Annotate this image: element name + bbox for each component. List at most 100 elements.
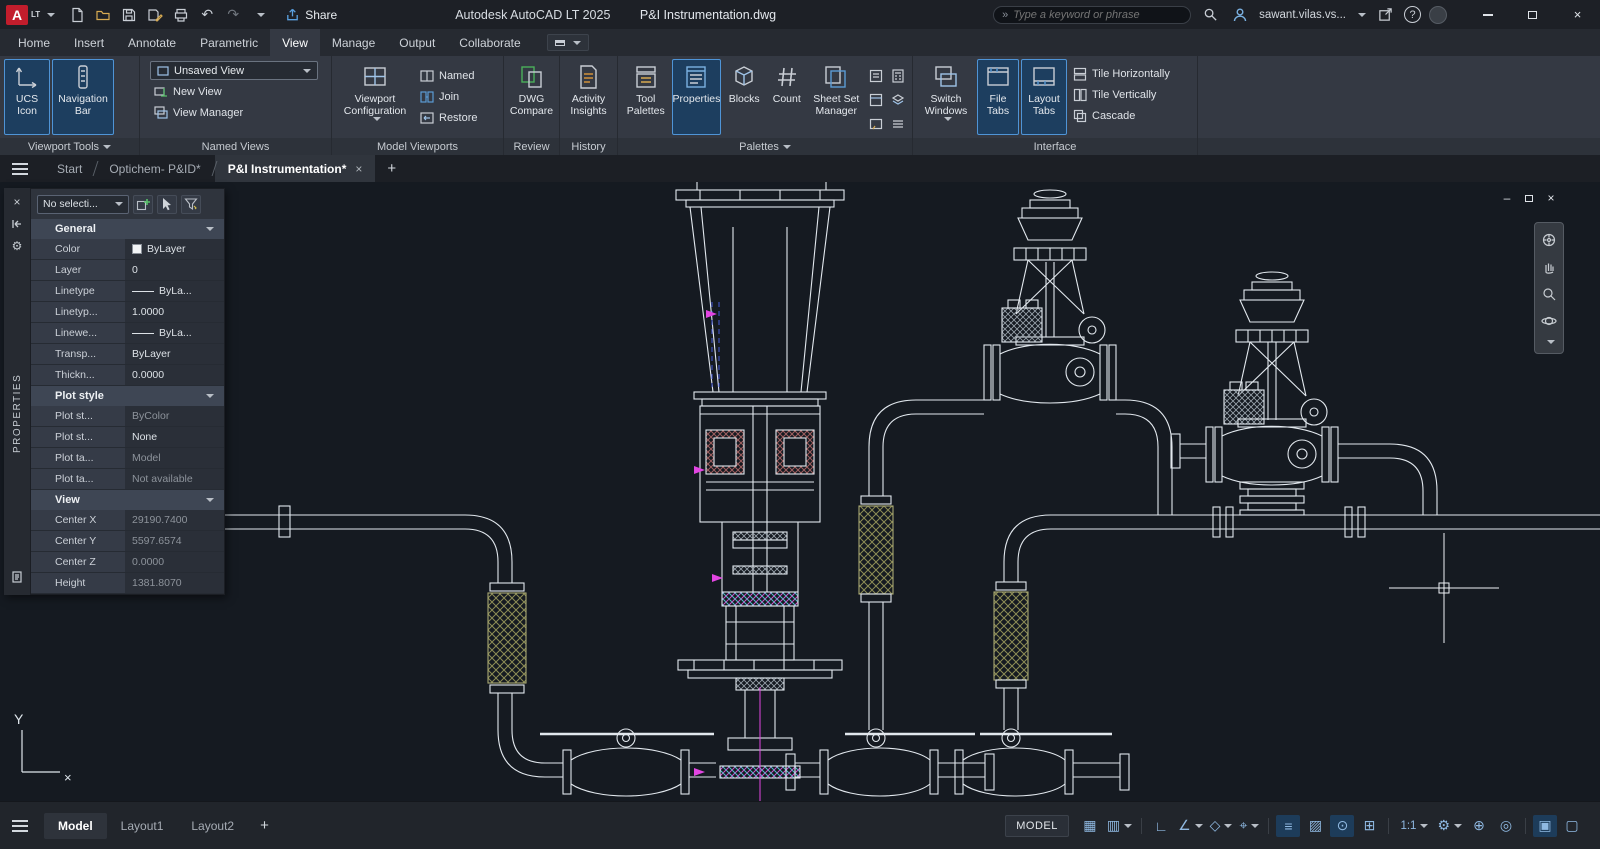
blocks-button[interactable]: Blocks (723, 59, 765, 135)
section-general[interactable]: General (31, 219, 224, 239)
close-tab-icon[interactable]: × (355, 162, 362, 176)
activity-insights-button[interactable]: Activity Insights (564, 59, 613, 135)
search-field[interactable] (1013, 9, 1173, 21)
username[interactable]: sawant.vilas.vs... (1259, 9, 1346, 21)
undo-icon[interactable]: ↶ (195, 4, 219, 26)
search-input[interactable]: » (993, 6, 1191, 24)
drawing-area[interactable]: Y × – × (0, 182, 1600, 801)
maximize-button[interactable] (1510, 0, 1555, 29)
close-button[interactable]: × (1555, 0, 1600, 29)
ortho-icon[interactable]: ∟ (1149, 815, 1173, 837)
tab-parametric[interactable]: Parametric (188, 29, 270, 56)
markup-import-icon[interactable] (866, 65, 886, 87)
zoom-icon[interactable] (1541, 286, 1557, 302)
thickness-value[interactable]: 0.0000 (125, 365, 224, 385)
palette-close-icon[interactable]: × (8, 193, 26, 211)
ucs-icon-button[interactable]: UCS Icon (4, 59, 50, 135)
palette-more-icon[interactable] (888, 113, 908, 135)
panel-label-palettes[interactable]: Palettes (618, 138, 912, 155)
center-z-value[interactable]: 0.0000 (125, 552, 224, 572)
file-tabs-menu-icon[interactable] (8, 159, 34, 179)
center-x-value[interactable]: 29190.7400 (125, 510, 224, 530)
drawing-minimize-icon[interactable]: – (1498, 190, 1516, 206)
new-drawing-tab-button[interactable]: + (387, 160, 396, 177)
layout-tab-layout2[interactable]: Layout2 (177, 813, 248, 839)
new-layout-button[interactable]: + (260, 817, 269, 834)
search-icon[interactable] (1199, 4, 1221, 26)
plot-style-table-value[interactable]: None (125, 427, 224, 447)
view-manager-button[interactable]: View Manager (150, 104, 247, 122)
tab-view[interactable]: View (270, 29, 320, 56)
color-value[interactable]: ByLayer (125, 239, 224, 259)
section-plot-style[interactable]: Plot style (31, 386, 224, 406)
toggle-pickadd-icon[interactable] (133, 195, 153, 214)
navigation-wheel-icon[interactable] (1541, 232, 1557, 248)
join-viewport-button[interactable]: Join (416, 88, 482, 106)
file-tabs-button[interactable]: File Tabs (977, 59, 1019, 135)
palette-settings-icon[interactable]: ⚙ (8, 237, 26, 255)
tool-palettes-button[interactable]: Tool Palettes (622, 59, 670, 135)
ribbon-display-toggle[interactable] (547, 34, 589, 51)
share-button[interactable]: Share (285, 7, 337, 22)
file-tab-pi-instrumentation[interactable]: P&I Instrumentation* × (215, 155, 376, 182)
file-tab-start[interactable]: Start (44, 155, 95, 182)
palette-autohide-icon[interactable] (8, 215, 26, 233)
clean-screen-icon[interactable]: ▢ (1560, 815, 1584, 837)
view-combo[interactable]: Unsaved View (150, 61, 318, 80)
dwg-compare-button[interactable]: DWG Compare (508, 59, 555, 135)
minimize-button[interactable] (1465, 0, 1510, 29)
lineweight-icon[interactable]: ≡ (1276, 815, 1300, 837)
plot-table-attached-value[interactable]: Model (125, 448, 224, 468)
tab-output[interactable]: Output (387, 29, 447, 56)
sheet-set-manager-button[interactable]: Sheet Set Manager (809, 59, 864, 135)
drawing-restore-icon[interactable] (1520, 190, 1538, 206)
tile-vertically-button[interactable]: Tile Vertically (1069, 86, 1174, 104)
isolate-objects-icon[interactable]: ◎ (1494, 815, 1518, 837)
transparency-value[interactable]: ByLayer (125, 344, 224, 364)
linetype-scale-value[interactable]: 1.0000 (125, 302, 224, 322)
selection-cycling-icon[interactable]: ⊙ (1330, 815, 1354, 837)
object-snap-icon[interactable]: ⌖ (1237, 815, 1261, 837)
tab-insert[interactable]: Insert (62, 29, 116, 56)
tab-home[interactable]: Home (6, 29, 62, 56)
height-value[interactable]: 1381.8070 (125, 573, 224, 593)
reference-palette-icon[interactable] (866, 89, 886, 111)
viewport-configuration-button[interactable]: Viewport Configuration (336, 59, 414, 135)
palette-doc-icon[interactable] (8, 568, 26, 586)
add-scales-icon[interactable]: ⊕ (1467, 815, 1491, 837)
plot-table-type-value[interactable]: Not available (125, 469, 224, 489)
layout-menu-icon[interactable] (8, 816, 34, 836)
named-viewport-button[interactable]: Named (416, 67, 482, 85)
model-space-button[interactable]: MODEL (1005, 815, 1069, 837)
layout-tab-layout1[interactable]: Layout1 (107, 813, 178, 839)
select-objects-icon[interactable] (157, 195, 177, 214)
customization-gear-icon[interactable]: ⚙ (1435, 815, 1464, 837)
file-tab-optichem[interactable]: Optichem- P&ID* (96, 155, 213, 182)
count-button[interactable]: Count (767, 59, 807, 135)
app-launcher-icon[interactable] (1374, 4, 1396, 26)
section-view[interactable]: View (31, 490, 224, 510)
panel-label-viewport-tools[interactable]: Viewport Tools (0, 138, 139, 155)
selection-combo[interactable]: No selecti... (37, 195, 129, 214)
navbar-more-icon[interactable] (1547, 340, 1555, 344)
graphics-performance-icon[interactable]: ▣ (1533, 815, 1557, 837)
quickcalc-icon[interactable] (888, 65, 908, 87)
user-avatar-icon[interactable] (1229, 4, 1251, 26)
tab-manage[interactable]: Manage (320, 29, 387, 56)
user-menu-caret-icon[interactable] (1358, 13, 1366, 17)
markup-assist-icon[interactable] (866, 113, 886, 135)
layer-palette-icon[interactable] (888, 89, 908, 111)
plot-icon[interactable] (169, 4, 193, 26)
grid-icon[interactable]: ▦ (1078, 815, 1102, 837)
quick-select-icon[interactable] (181, 195, 201, 214)
tab-collaborate[interactable]: Collaborate (447, 29, 532, 56)
plot-style-value[interactable]: ByColor (125, 406, 224, 426)
snap-mode-icon[interactable]: ▥ (1105, 815, 1134, 837)
layout-tab-model[interactable]: Model (44, 813, 107, 839)
redo-icon[interactable]: ↷ (221, 4, 245, 26)
layer-value[interactable]: 0 (125, 260, 224, 280)
new-file-icon[interactable] (65, 4, 89, 26)
center-y-value[interactable]: 5597.6574 (125, 531, 224, 551)
save-icon[interactable] (117, 4, 141, 26)
new-view-button[interactable]: New View (150, 83, 226, 101)
